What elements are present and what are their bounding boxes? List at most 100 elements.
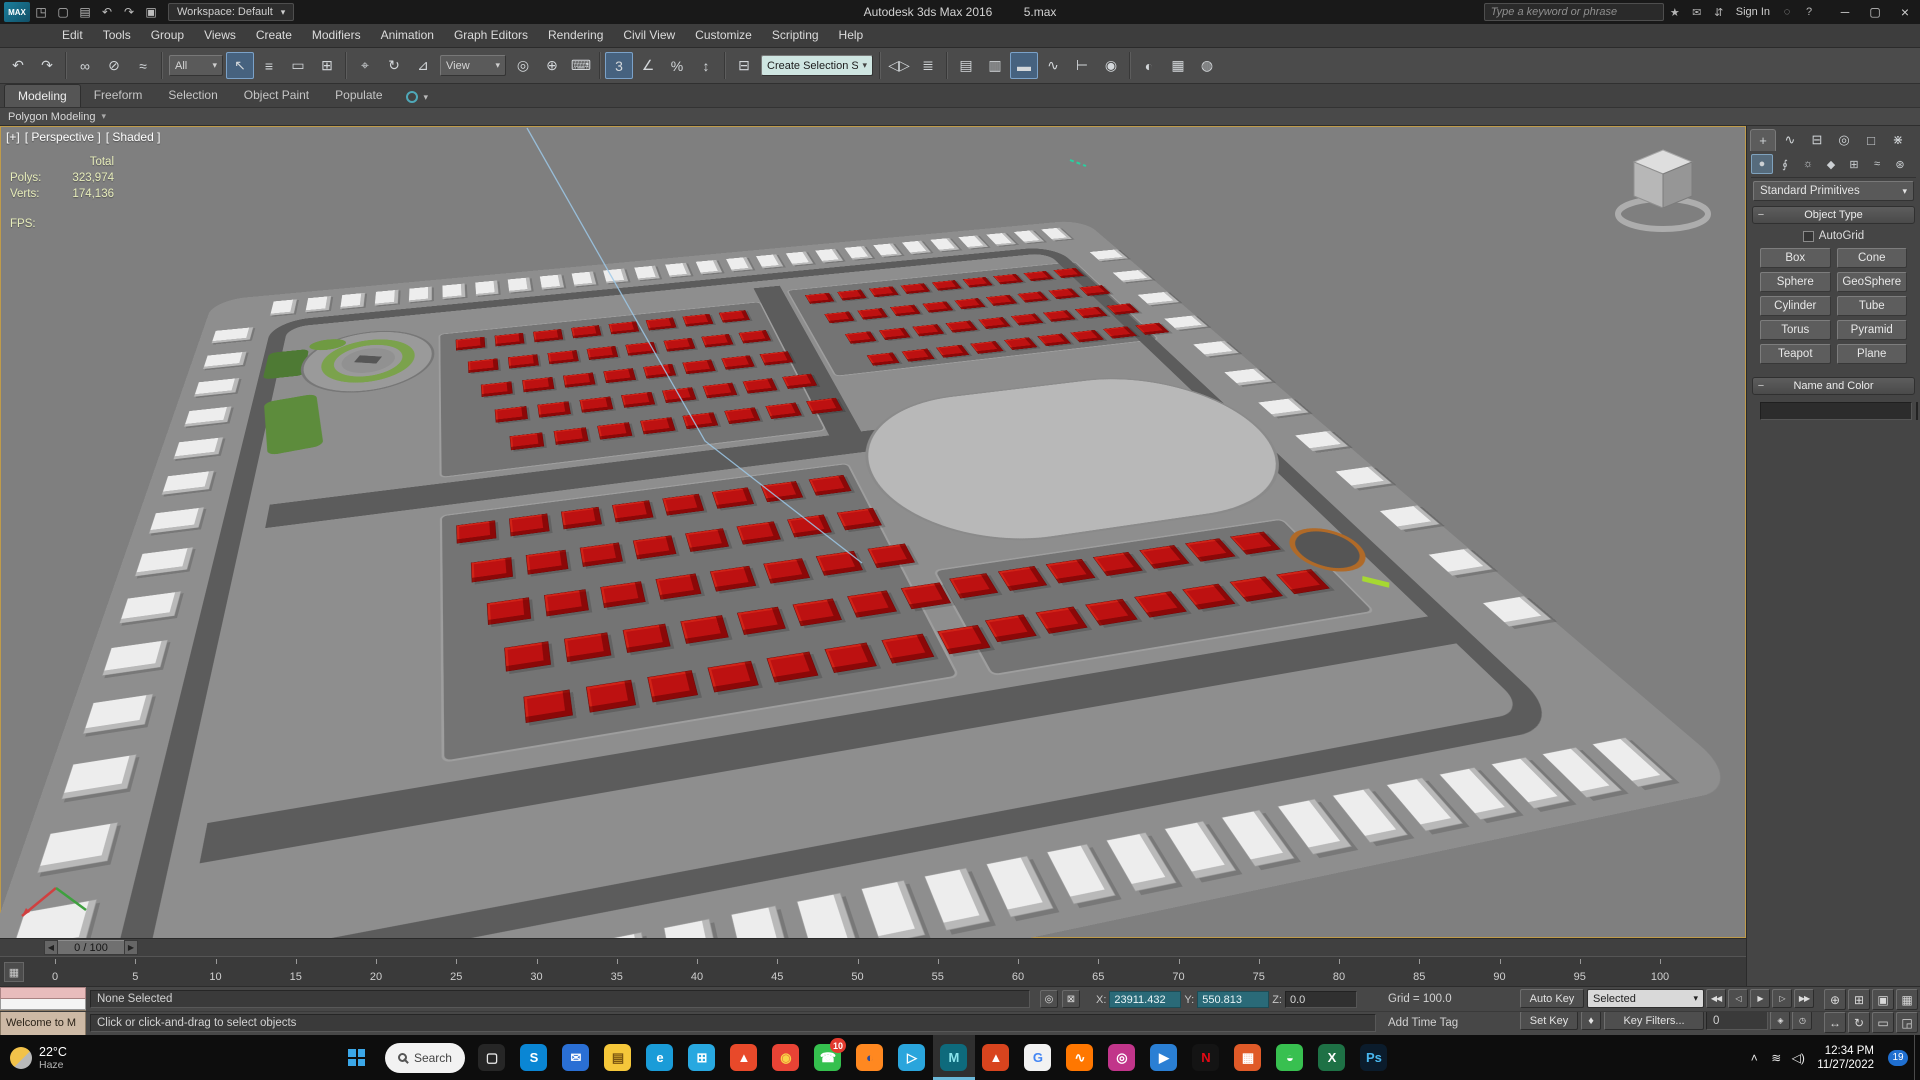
menu-modifiers[interactable]: Modifiers bbox=[302, 24, 371, 47]
white-house[interactable] bbox=[507, 277, 532, 293]
restore-button[interactable]: ▢ bbox=[1860, 1, 1890, 23]
viewport-general-menu[interactable]: [+] bbox=[6, 130, 20, 144]
select-object-icon[interactable]: ↖ bbox=[226, 52, 254, 79]
start-button[interactable] bbox=[335, 1035, 379, 1080]
taskbar-clock[interactable]: 12:34 PM 11/27/2022 bbox=[1809, 1044, 1882, 1072]
motion-tab[interactable]: ◎ bbox=[1831, 129, 1857, 151]
cameras-category[interactable]: ◆ bbox=[1820, 154, 1842, 174]
white-house[interactable] bbox=[269, 299, 298, 316]
time-slider-handle[interactable]: ◀ 0 / 100 ▶ bbox=[44, 940, 138, 955]
view-cube[interactable] bbox=[1608, 138, 1718, 238]
app-google[interactable]: G bbox=[1017, 1035, 1059, 1080]
app-file-explorer[interactable]: ▤ bbox=[597, 1035, 639, 1080]
selection-lock-toggle[interactable]: ⊠ bbox=[1062, 990, 1080, 1008]
object-type-rollout-header[interactable]: − Object Type bbox=[1752, 206, 1915, 224]
toggle-ribbon-icon[interactable]: ▬ bbox=[1010, 52, 1038, 79]
percent-snap-icon[interactable]: % bbox=[663, 52, 691, 79]
primitive-button-pyramid[interactable]: Pyramid bbox=[1836, 320, 1907, 340]
toggle-scene-explorer-icon[interactable]: ▤ bbox=[952, 52, 980, 79]
material-editor-icon[interactable]: ◉ bbox=[1097, 52, 1125, 79]
app-edge[interactable]: e bbox=[639, 1035, 681, 1080]
time-slider[interactable]: ◀ 0 / 100 ▶ bbox=[0, 938, 1746, 956]
viewport-pov-menu[interactable]: [ Perspective ] bbox=[25, 130, 101, 144]
menu-edit[interactable]: Edit bbox=[52, 24, 93, 47]
time-configuration-button[interactable]: ◷ bbox=[1792, 1011, 1812, 1030]
minimize-button[interactable]: ─ bbox=[1830, 1, 1860, 23]
systems-category[interactable]: ⊛ bbox=[1889, 154, 1911, 174]
primitive-button-geosphere[interactable]: GeoSphere bbox=[1836, 272, 1907, 292]
key-filters-button[interactable]: Key Filters... bbox=[1604, 1011, 1704, 1030]
reference-coordinate-system-dropdown[interactable]: View ▾ bbox=[440, 55, 506, 76]
zoom-region-icon[interactable]: ▭ bbox=[1872, 1012, 1894, 1033]
keyboard-shortcut-override-icon[interactable]: ⌨ bbox=[567, 52, 595, 79]
align-icon[interactable]: ≣ bbox=[914, 52, 942, 79]
z-coordinate-field[interactable]: 0.0 bbox=[1284, 991, 1357, 1008]
primitive-button-teapot[interactable]: Teapot bbox=[1760, 344, 1831, 364]
sign-in-button[interactable]: Sign In bbox=[1730, 6, 1776, 18]
app-wechat[interactable]: ◒ bbox=[1269, 1035, 1311, 1080]
track-bar[interactable]: ▦ 0 5 10 15 20 25 30 35 40 45 50 55 60 65 70 75 80 85 90 95… bbox=[0, 956, 1746, 986]
ribbon-tab-selection[interactable]: Selection bbox=[155, 84, 230, 107]
set-key-button[interactable]: Set Key bbox=[1520, 1011, 1578, 1030]
sync-icon[interactable]: ⇵ bbox=[1708, 2, 1730, 22]
white-house[interactable] bbox=[474, 280, 499, 296]
mirror-icon[interactable]: ◁▷ bbox=[885, 52, 913, 79]
zoom-extents-icon[interactable]: ▣ bbox=[1872, 989, 1894, 1010]
window-crossing-toggle-icon[interactable]: ⊞ bbox=[313, 52, 341, 79]
ribbon-options-icon[interactable] bbox=[405, 91, 418, 103]
shapes-category[interactable]: ∮ bbox=[1774, 154, 1796, 174]
app-office[interactable]: ▦ bbox=[1227, 1035, 1269, 1080]
menu-civil-view[interactable]: Civil View bbox=[613, 24, 685, 47]
open-file-icon[interactable]: ▤ bbox=[74, 2, 96, 22]
taskbar-search[interactable]: Search bbox=[384, 1042, 465, 1073]
primitive-button-box[interactable]: Box bbox=[1760, 248, 1831, 268]
favorites-icon[interactable]: ★ bbox=[1664, 2, 1686, 22]
ribbon-tab-object-paint[interactable]: Object Paint bbox=[231, 84, 322, 107]
rectangular-selection-region-icon[interactable]: ▭ bbox=[284, 52, 312, 79]
toggle-layer-explorer-icon[interactable]: ▥ bbox=[981, 52, 1009, 79]
redo-icon[interactable]: ↷ bbox=[33, 52, 61, 79]
create-tab[interactable]: + bbox=[1750, 129, 1776, 151]
y-coordinate-field[interactable]: 550.813 bbox=[1197, 991, 1270, 1008]
primitive-button-sphere[interactable]: Sphere bbox=[1760, 272, 1831, 292]
white-house[interactable] bbox=[602, 268, 629, 284]
weather-widget[interactable]: 22°C Haze bbox=[0, 1035, 77, 1080]
white-house[interactable] bbox=[339, 292, 366, 309]
menu-tools[interactable]: Tools bbox=[93, 24, 141, 47]
schematic-view-icon[interactable]: ⊢ bbox=[1068, 52, 1096, 79]
app-store[interactable]: ⊞ bbox=[681, 1035, 723, 1080]
set-keys-icon[interactable]: ♦ bbox=[1581, 1011, 1601, 1030]
bind-to-space-warp-icon[interactable]: ≈ bbox=[129, 52, 157, 79]
polygon-modeling-bar[interactable]: Polygon Modeling ▾ bbox=[0, 108, 1920, 126]
select-and-move-icon[interactable]: ⌖ bbox=[351, 52, 379, 79]
edit-named-selection-sets-icon[interactable]: ⊟ bbox=[730, 52, 758, 79]
next-frame-button[interactable]: ▷ bbox=[1772, 989, 1792, 1008]
menu-help[interactable]: Help bbox=[829, 24, 874, 47]
key-mode-dropdown[interactable]: Selected ▾ bbox=[1587, 989, 1704, 1008]
next-frame-nub[interactable]: ▶ bbox=[124, 940, 138, 955]
menu-create[interactable]: Create bbox=[246, 24, 302, 47]
rendered-frame-window-icon[interactable]: ▦ bbox=[1164, 52, 1192, 79]
menu-animation[interactable]: Animation bbox=[371, 24, 444, 47]
play-button[interactable]: ▶ bbox=[1750, 989, 1770, 1008]
workspace-dropdown[interactable]: Workspace: Default ▾ bbox=[168, 3, 295, 21]
white-house[interactable] bbox=[408, 286, 432, 303]
maxscript-mini-listener-macro[interactable] bbox=[0, 987, 86, 999]
select-and-scale-icon[interactable]: ⊿ bbox=[409, 52, 437, 79]
max-app-button[interactable]: MAX bbox=[4, 2, 30, 22]
modify-tab[interactable]: ∿ bbox=[1777, 129, 1803, 151]
undo-icon[interactable]: ↶ bbox=[4, 52, 32, 79]
ribbon-tab-freeform[interactable]: Freeform bbox=[81, 84, 156, 107]
app-mail[interactable]: ✉ bbox=[555, 1035, 597, 1080]
new-scene-icon[interactable]: ▢ bbox=[52, 2, 74, 22]
utilities-tab[interactable]: ⋇ bbox=[1885, 129, 1911, 151]
app-chrome[interactable]: ◉ bbox=[765, 1035, 807, 1080]
hierarchy-tab[interactable]: ⊟ bbox=[1804, 129, 1830, 151]
viewport-shading-menu[interactable]: [ Shaded ] bbox=[106, 130, 161, 144]
white-house[interactable] bbox=[571, 271, 597, 287]
primitives-dropdown[interactable]: Standard Primitives ▾ bbox=[1753, 181, 1914, 201]
unlink-selection-icon[interactable]: ⊘ bbox=[100, 52, 128, 79]
display-tab[interactable]: □ bbox=[1858, 129, 1884, 151]
save-file-icon[interactable]: ◳ bbox=[30, 2, 52, 22]
orbit-icon[interactable]: ↻ bbox=[1848, 1012, 1870, 1033]
